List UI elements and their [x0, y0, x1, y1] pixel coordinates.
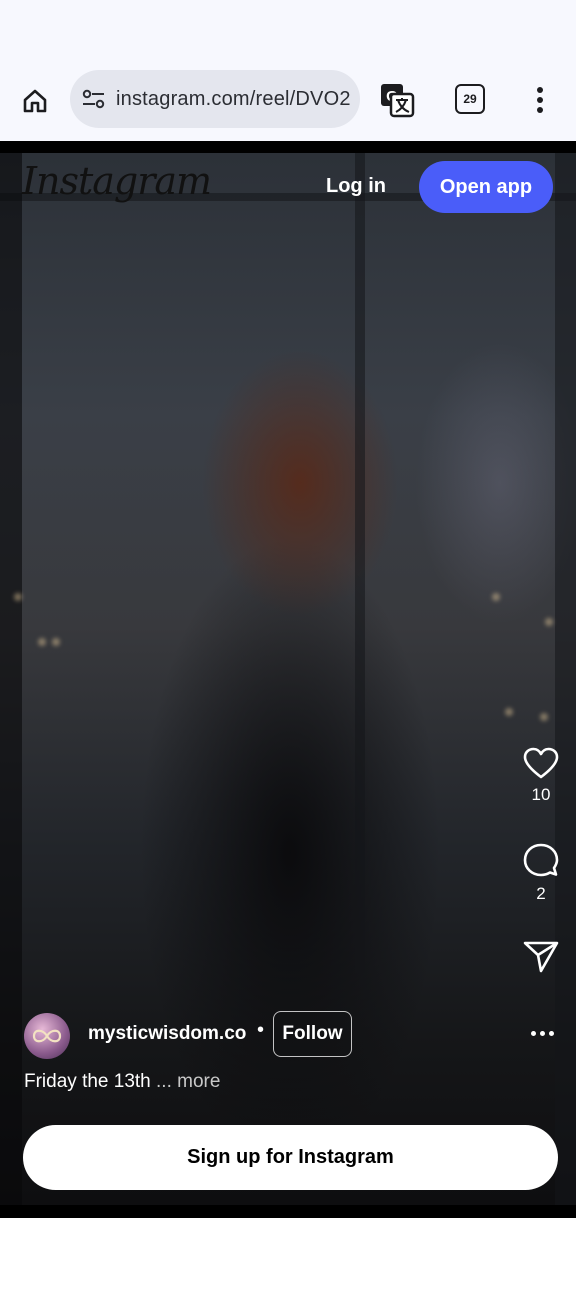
author-username[interactable]: mysticwisdom.co — [88, 1023, 246, 1045]
heart-icon[interactable] — [523, 747, 559, 779]
comment-action[interactable]: 2 — [518, 842, 564, 904]
more-vert-icon — [537, 87, 543, 93]
post-caption[interactable]: Friday the 13th ... more — [24, 1071, 220, 1093]
caption-text: Friday the 13th — [24, 1071, 151, 1092]
site-settings-button[interactable] — [80, 85, 108, 113]
reel-viewer: Instagram Log in Open app 10 2 mysticwis… — [0, 141, 576, 1218]
home-button[interactable] — [14, 82, 56, 120]
like-count: 10 — [531, 785, 551, 804]
like-action[interactable]: 10 — [518, 747, 564, 805]
tab-switcher-button[interactable]: 29 — [455, 84, 485, 114]
login-link[interactable]: Log in — [326, 175, 386, 198]
home-icon — [23, 89, 47, 113]
browser-toolbar: instagram.com/reel/DVO2 G 29 — [0, 60, 576, 141]
post-options-button[interactable] — [528, 1021, 556, 1045]
page-bottom-area — [0, 1218, 576, 1289]
share-action[interactable] — [518, 940, 564, 974]
post-author-row: mysticwisdom.co • Follow — [24, 1011, 564, 1059]
avatar[interactable] — [24, 1013, 70, 1059]
caption-more-link[interactable]: ... more — [156, 1071, 220, 1092]
status-bar-area — [0, 0, 576, 60]
url-text[interactable]: instagram.com/reel/DVO2 — [116, 88, 354, 111]
separator-dot: • — [257, 1019, 265, 1041]
address-bar[interactable]: instagram.com/reel/DVO2 — [70, 70, 360, 128]
infinity-logo-icon — [32, 1029, 62, 1043]
browser-menu-button[interactable] — [526, 80, 554, 120]
follow-button[interactable]: Follow — [273, 1011, 352, 1057]
share-icon[interactable] — [523, 940, 559, 974]
tune-icon — [82, 89, 105, 109]
instagram-logo[interactable]: Instagram — [22, 159, 212, 203]
open-app-button[interactable]: Open app — [419, 161, 553, 213]
translate-icon: G — [381, 84, 415, 118]
comment-count: 2 — [536, 884, 546, 903]
more-horiz-icon — [530, 1030, 536, 1036]
translate-button[interactable]: G — [378, 81, 416, 119]
tab-count: 29 — [463, 92, 477, 106]
reel-header: Instagram Log in Open app — [0, 153, 576, 233]
comment-icon[interactable] — [523, 842, 559, 878]
signup-button[interactable]: Sign up for Instagram — [23, 1125, 558, 1190]
